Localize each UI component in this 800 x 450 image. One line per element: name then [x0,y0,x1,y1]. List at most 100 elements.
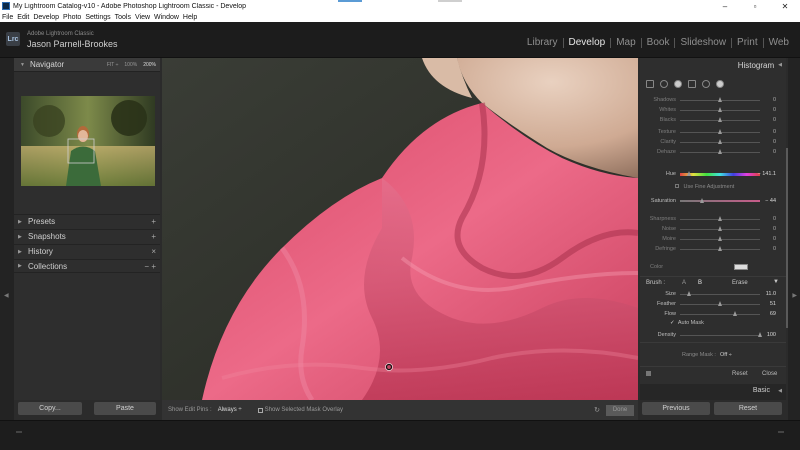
paste-button[interactable]: Paste [94,402,156,415]
mask-overlay-checkbox[interactable] [257,407,263,413]
module-book[interactable]: Book [642,37,675,48]
defringe-value[interactable]: 0 [773,246,776,252]
menu-view[interactable]: View [133,14,152,21]
moire-thumb[interactable] [717,236,722,241]
brush-flow-track[interactable] [680,314,760,315]
brush-size-track[interactable] [680,294,760,295]
hue-thumb[interactable] [687,171,692,176]
texture-slider[interactable]: Texture 0 [640,127,786,137]
saturation-slider[interactable]: Saturation − 44 [640,196,786,206]
auto-mask-label[interactable]: Auto Mask [678,320,704,326]
range-mask-dropdown[interactable]: Off ÷ [720,352,732,358]
collapse-triangle-icon[interactable]: ◀ [778,62,782,68]
shadows-value[interactable]: 0 [773,97,776,103]
histogram-header[interactable]: Histogram ◀ [640,58,786,72]
reset-button[interactable]: Reset [714,402,782,415]
brush-size-value[interactable]: 11.0 [766,291,776,297]
brush-a-tab[interactable]: A [682,280,686,286]
dehaze-thumb[interactable] [717,149,722,154]
sharpness-slider[interactable]: Sharpness 0 [640,214,786,224]
menu-edit[interactable]: Edit [15,14,31,21]
blacks-value[interactable]: 0 [773,117,776,123]
whites-slider[interactable]: Whites 0 [640,105,786,115]
brush-density-track[interactable] [680,335,760,336]
red-eye-icon[interactable] [674,80,682,88]
hue-slider[interactable]: Hue − 141.1 [640,169,786,179]
moire-slider[interactable]: Moire 0 [640,234,786,244]
right-panel-edge[interactable]: ▶ [788,58,800,450]
crop-tool-icon[interactable] [646,80,654,88]
menu-file[interactable]: File [0,14,15,21]
collection-actions-icon[interactable]: − + [144,262,160,271]
module-slideshow[interactable]: Slideshow [675,37,731,48]
basic-panel-header[interactable]: Basic ◀ [640,384,786,400]
brush-size-slider[interactable]: Size 11.0 [640,289,786,299]
whites-thumb[interactable] [717,107,722,112]
left-panel-toggle-icon[interactable]: ◀ [4,292,9,299]
noise-value[interactable]: 0 [773,226,776,232]
module-library[interactable]: Library [522,37,563,48]
adjustment-brush-icon[interactable] [716,80,724,88]
brush-density-value[interactable]: 100 [767,332,776,338]
done-button[interactable]: Done [606,404,634,416]
menu-photo[interactable]: Photo [61,14,83,21]
radial-filter-icon[interactable] [702,80,710,88]
brush-density-thumb[interactable] [757,332,762,337]
brush-menu-icon[interactable]: ▼ [773,279,779,285]
sharpness-thumb[interactable] [717,216,722,221]
reset-brush-icon[interactable]: ↻ [594,406,600,414]
clarity-value[interactable]: 0 [773,139,776,145]
sharpness-value[interactable]: 0 [773,216,776,222]
right-panel-toggle-icon[interactable]: ▶ [792,292,797,299]
local-reset-button[interactable]: Reset [732,371,748,377]
minimize-icon[interactable]: – [710,2,740,11]
shadows-thumb[interactable] [717,97,722,102]
brush-density-slider[interactable]: Density 100 [640,330,786,340]
whites-value[interactable]: 0 [773,107,776,113]
brush-flow-slider[interactable]: Flow 69 [640,309,786,319]
color-swatch[interactable] [734,264,748,270]
brush-feather-value[interactable]: 51 [770,301,776,307]
history-panel-header[interactable]: ▶ History × [14,244,160,258]
menu-develop[interactable]: Develop [31,14,61,21]
auto-mask-row[interactable]: ✓ Auto Mask [670,320,704,326]
texture-value[interactable]: 0 [773,129,776,135]
menu-help[interactable]: Help [181,14,199,21]
dehaze-slider[interactable]: Dehaze 0 [640,147,786,157]
zoom-fit[interactable]: FIT ÷ [107,62,119,68]
brush-b-tab[interactable]: B [698,280,702,286]
fine-adjustment-checkbox[interactable] [675,184,679,188]
copy-button[interactable]: Copy... [18,402,82,415]
saturation-value[interactable]: − 44 [765,198,776,204]
previous-button[interactable]: Previous [642,402,710,415]
blacks-slider[interactable]: Blacks 0 [640,115,786,125]
dehaze-value[interactable]: 0 [773,149,776,155]
collapse-triangle-icon[interactable]: ◀ [778,388,782,394]
fine-adjustment-label[interactable]: Use Fine Adjustment [684,184,735,190]
add-preset-icon[interactable]: + [151,217,160,226]
fine-adjustment-row[interactable]: Use Fine Adjustment [675,184,734,190]
main-image-view[interactable] [162,58,638,400]
brush-flow-thumb[interactable] [732,311,737,316]
presets-panel-header[interactable]: ▶ Presets + [14,214,160,228]
edit-pins-dropdown[interactable]: Always ÷ [218,407,242,413]
brush-feather-slider[interactable]: Feather 51 [640,299,786,309]
collections-panel-header[interactable]: ▶ Collections − + [14,259,160,273]
menu-window[interactable]: Window [152,14,181,21]
menu-settings[interactable]: Settings [83,14,112,21]
moire-value[interactable]: 0 [773,236,776,242]
module-develop[interactable]: Develop [564,37,611,48]
hue-track[interactable] [680,173,760,176]
clarity-slider[interactable]: Clarity 0 [640,137,786,147]
zoom-100[interactable]: 100% [124,62,137,68]
brush-size-thumb[interactable] [687,291,692,296]
module-map[interactable]: Map [611,37,640,48]
menu-tools[interactable]: Tools [113,14,133,21]
brush-feather-thumb[interactable] [718,301,723,306]
defringe-thumb[interactable] [717,246,722,251]
brush-erase-tab[interactable]: Erase [732,280,748,286]
navigator-header[interactable]: ▼ Navigator FIT ÷ 100% 200% [14,58,160,72]
close-icon[interactable]: ✕ [770,2,800,11]
defringe-slider[interactable]: Defringe 0 [640,244,786,254]
texture-thumb[interactable] [717,129,722,134]
